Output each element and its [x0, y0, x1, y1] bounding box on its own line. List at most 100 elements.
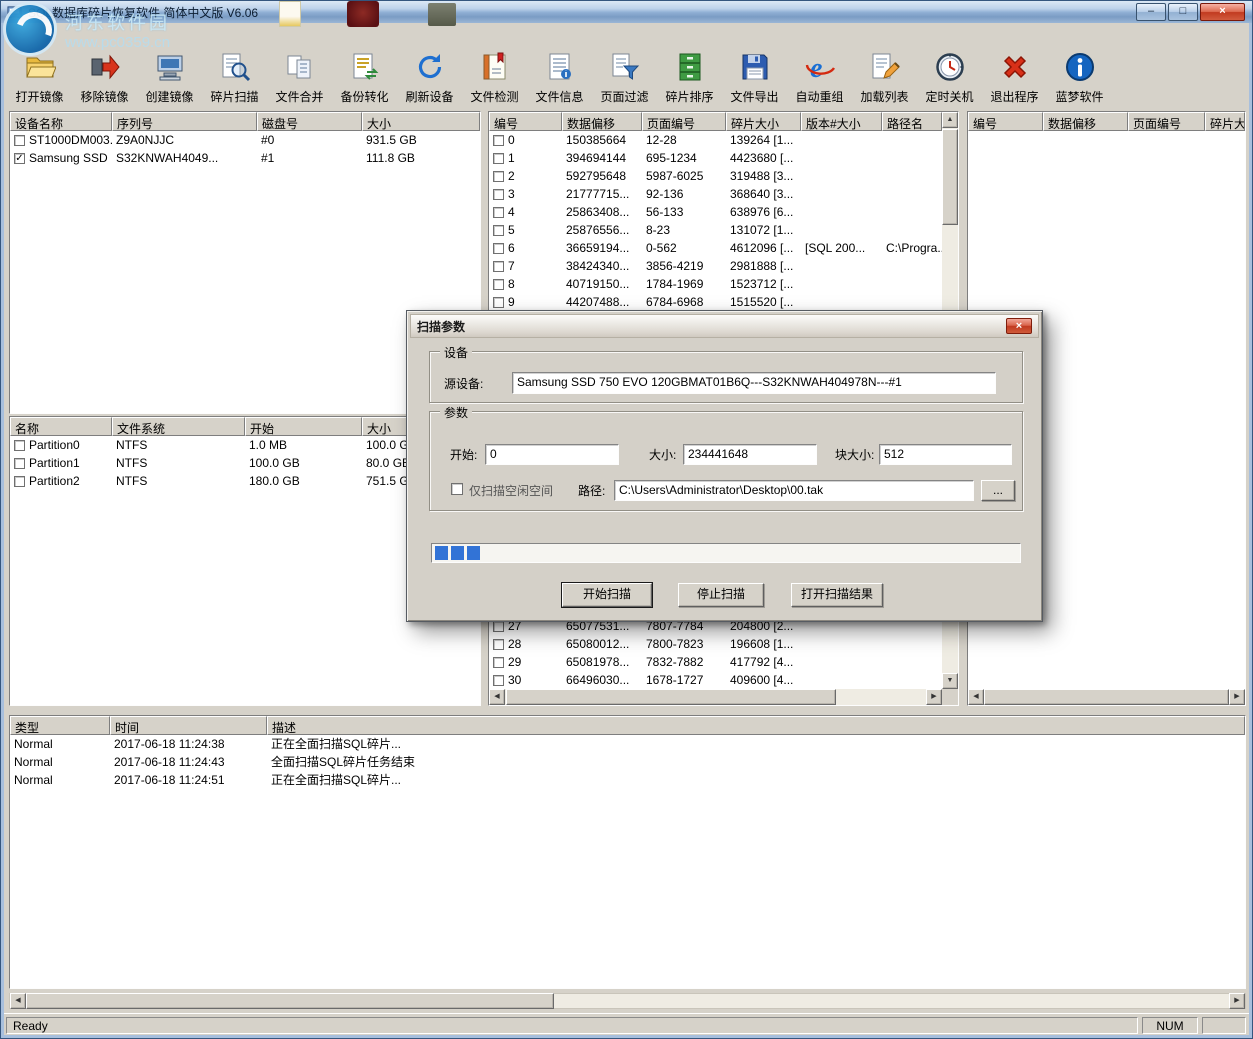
- scrollbar-thumb[interactable]: [984, 689, 1229, 705]
- toolbar-button-file-merge[interactable]: 文件合并: [267, 48, 332, 108]
- column-header[interactable]: 数据偏移: [562, 112, 642, 131]
- toolbar-button-file-info[interactable]: 文件信息: [527, 48, 592, 108]
- maximize-button[interactable]: □: [1168, 3, 1198, 21]
- log-row[interactable]: Normal2017-06-18 11:24:43全面扫描SQL碎片任务结束: [10, 753, 1245, 771]
- fragment-row[interactable]: 636659194...0-5624612096 [...[SQL 200...…: [489, 239, 942, 257]
- path-input[interactable]: C:\Users\Administrator\Desktop\00.tak: [614, 480, 974, 501]
- column-header[interactable]: 序列号: [112, 112, 257, 131]
- scroll-down-icon[interactable]: ▼: [942, 673, 958, 689]
- fragment-checkbox[interactable]: [493, 153, 504, 164]
- browse-button[interactable]: ...: [981, 480, 1015, 501]
- fragment-row[interactable]: 2865080012...7800-7823196608 [1...: [489, 635, 942, 653]
- toolbar-button-remove-image[interactable]: 移除镜像: [72, 48, 137, 108]
- column-header[interactable]: 类型: [10, 716, 110, 735]
- size-input[interactable]: 234441648: [683, 444, 817, 465]
- fragment-row[interactable]: 425863408...56-133638976 [6...: [489, 203, 942, 221]
- toolbar-button-shutdown-timer[interactable]: 定时关机: [917, 48, 982, 108]
- scroll-right-icon[interactable]: ▶: [1229, 993, 1245, 1009]
- fragment-checkbox[interactable]: [493, 207, 504, 218]
- fragment-row[interactable]: 2965081978...7832-7882417792 [4...: [489, 653, 942, 671]
- fragment-checkbox[interactable]: [493, 297, 504, 308]
- start-input[interactable]: 0: [485, 444, 619, 465]
- column-header[interactable]: 版本#大小: [801, 112, 882, 131]
- column-header[interactable]: 数据偏移: [1043, 112, 1128, 131]
- stop-scan-button[interactable]: 停止扫描: [678, 583, 764, 607]
- toolbar-button-create-image[interactable]: 创建镜像: [137, 48, 202, 108]
- fragment-row[interactable]: 944207488...6784-69681515520 [...: [489, 293, 942, 311]
- horizontal-scrollbar[interactable]: ◀ ▶: [489, 689, 942, 705]
- fragment-checkbox[interactable]: [493, 189, 504, 200]
- fragment-checkbox[interactable]: [493, 135, 504, 146]
- log-row[interactable]: Normal2017-06-18 11:24:51正在全面扫描SQL碎片...: [10, 771, 1245, 789]
- block-size-input[interactable]: 512: [879, 444, 1012, 465]
- scroll-right-icon[interactable]: ▶: [926, 689, 942, 705]
- toolbar-button-backup-convert[interactable]: 备份转化: [332, 48, 397, 108]
- close-button[interactable]: ×: [1200, 3, 1245, 21]
- fragment-row[interactable]: 1394694144695-12344423680 [...: [489, 149, 942, 167]
- fragment-checkbox[interactable]: [493, 675, 504, 686]
- fragment-checkbox[interactable]: [493, 171, 504, 182]
- fragment-checkbox[interactable]: [493, 261, 504, 272]
- toolbar-button-fragment-sort[interactable]: 碎片排序: [657, 48, 722, 108]
- open-results-button[interactable]: 打开扫描结果: [791, 583, 883, 607]
- fragment-row[interactable]: 25927956485987-6025319488 [3...: [489, 167, 942, 185]
- dialog-close-button[interactable]: ×: [1006, 318, 1032, 334]
- column-header[interactable]: 大小: [362, 112, 480, 131]
- column-header[interactable]: 磁盘号: [257, 112, 362, 131]
- column-header[interactable]: 页面编号: [642, 112, 726, 131]
- column-header[interactable]: 名称: [10, 417, 112, 436]
- scrollbar-thumb[interactable]: [506, 689, 836, 705]
- toolbar-button-file-check[interactable]: 文件检测: [462, 48, 527, 108]
- column-header[interactable]: 文件系统: [112, 417, 245, 436]
- column-header[interactable]: 开始: [245, 417, 362, 436]
- partition-checkbox[interactable]: [14, 476, 25, 487]
- fragment-row[interactable]: 738424340...3856-42192981888 [...: [489, 257, 942, 275]
- fragment-checkbox[interactable]: [493, 279, 504, 290]
- scroll-left-icon[interactable]: ◀: [489, 689, 505, 705]
- free-space-checkbox[interactable]: [451, 483, 463, 495]
- fragment-row[interactable]: 3066496030...1678-1727409600 [4...: [489, 671, 942, 689]
- fragment-checkbox[interactable]: [493, 621, 504, 632]
- log-row[interactable]: Normal2017-06-18 11:24:38正在全面扫描SQL碎片...: [10, 735, 1245, 753]
- column-header[interactable]: 编号: [489, 112, 562, 131]
- toolbar-button-load-list[interactable]: 加载列表: [852, 48, 917, 108]
- column-header[interactable]: 页面编号: [1128, 112, 1205, 131]
- column-header[interactable]: 时间: [110, 716, 267, 735]
- device-checkbox[interactable]: [14, 135, 25, 146]
- fragment-checkbox[interactable]: [493, 639, 504, 650]
- device-row[interactable]: ✓Samsung SSD ... S32KNWAH4049... #1 111.…: [10, 149, 480, 167]
- toolbar-button-about-software[interactable]: 蓝梦软件: [1047, 48, 1112, 108]
- device-checkbox[interactable]: ✓: [14, 153, 25, 164]
- column-header[interactable]: 路径名: [882, 112, 942, 131]
- toolbar-button-open-image[interactable]: 打开镜像: [7, 48, 72, 108]
- fragment-row[interactable]: 525876556...8-23131072 [1...: [489, 221, 942, 239]
- toolbar-button-exit-program[interactable]: 退出程序: [982, 48, 1047, 108]
- source-device-field[interactable]: Samsung SSD 750 EVO 120GBMAT01B6Q---S32K…: [512, 372, 996, 394]
- toolbar-button-refresh-device[interactable]: 刷新设备: [397, 48, 462, 108]
- scroll-left-icon[interactable]: ◀: [10, 993, 26, 1009]
- bottom-horizontal-scrollbar[interactable]: ◀ ▶: [9, 993, 1246, 1009]
- horizontal-scrollbar[interactable]: ◀ ▶: [968, 689, 1245, 705]
- fragment-row[interactable]: 840719150...1784-19691523712 [...: [489, 275, 942, 293]
- scrollbar-thumb[interactable]: [26, 993, 554, 1009]
- column-header[interactable]: 设备名称: [10, 112, 112, 131]
- scroll-up-icon[interactable]: ▲: [942, 112, 958, 128]
- dialog-title-bar[interactable]: 扫描参数 ×: [410, 314, 1039, 338]
- toolbar-button-file-export[interactable]: 文件导出: [722, 48, 787, 108]
- toolbar-button-page-filter[interactable]: 页面过滤: [592, 48, 657, 108]
- toolbar-button-fragment-scan[interactable]: 碎片扫描: [202, 48, 267, 108]
- column-header[interactable]: 碎片大...: [1205, 112, 1245, 131]
- minimize-button[interactable]: –: [1136, 3, 1166, 21]
- fragment-checkbox[interactable]: [493, 225, 504, 236]
- start-scan-button[interactable]: 开始扫描: [562, 583, 652, 607]
- fragment-row[interactable]: 321777715...92-136368640 [3...: [489, 185, 942, 203]
- fragment-row[interactable]: 015038566412-28139264 [1...: [489, 131, 942, 149]
- device-row[interactable]: ST1000DM003... Z9A0NJJC #0 931.5 GB: [10, 131, 480, 149]
- scroll-right-icon[interactable]: ▶: [1229, 689, 1245, 705]
- scroll-left-icon[interactable]: ◀: [968, 689, 984, 705]
- toolbar-button-auto-rebuild[interactable]: e自动重组: [787, 48, 852, 108]
- fragment-checkbox[interactable]: [493, 243, 504, 254]
- scrollbar-thumb[interactable]: [942, 129, 958, 225]
- column-header[interactable]: 描述: [267, 716, 1245, 735]
- partition-checkbox[interactable]: [14, 440, 25, 451]
